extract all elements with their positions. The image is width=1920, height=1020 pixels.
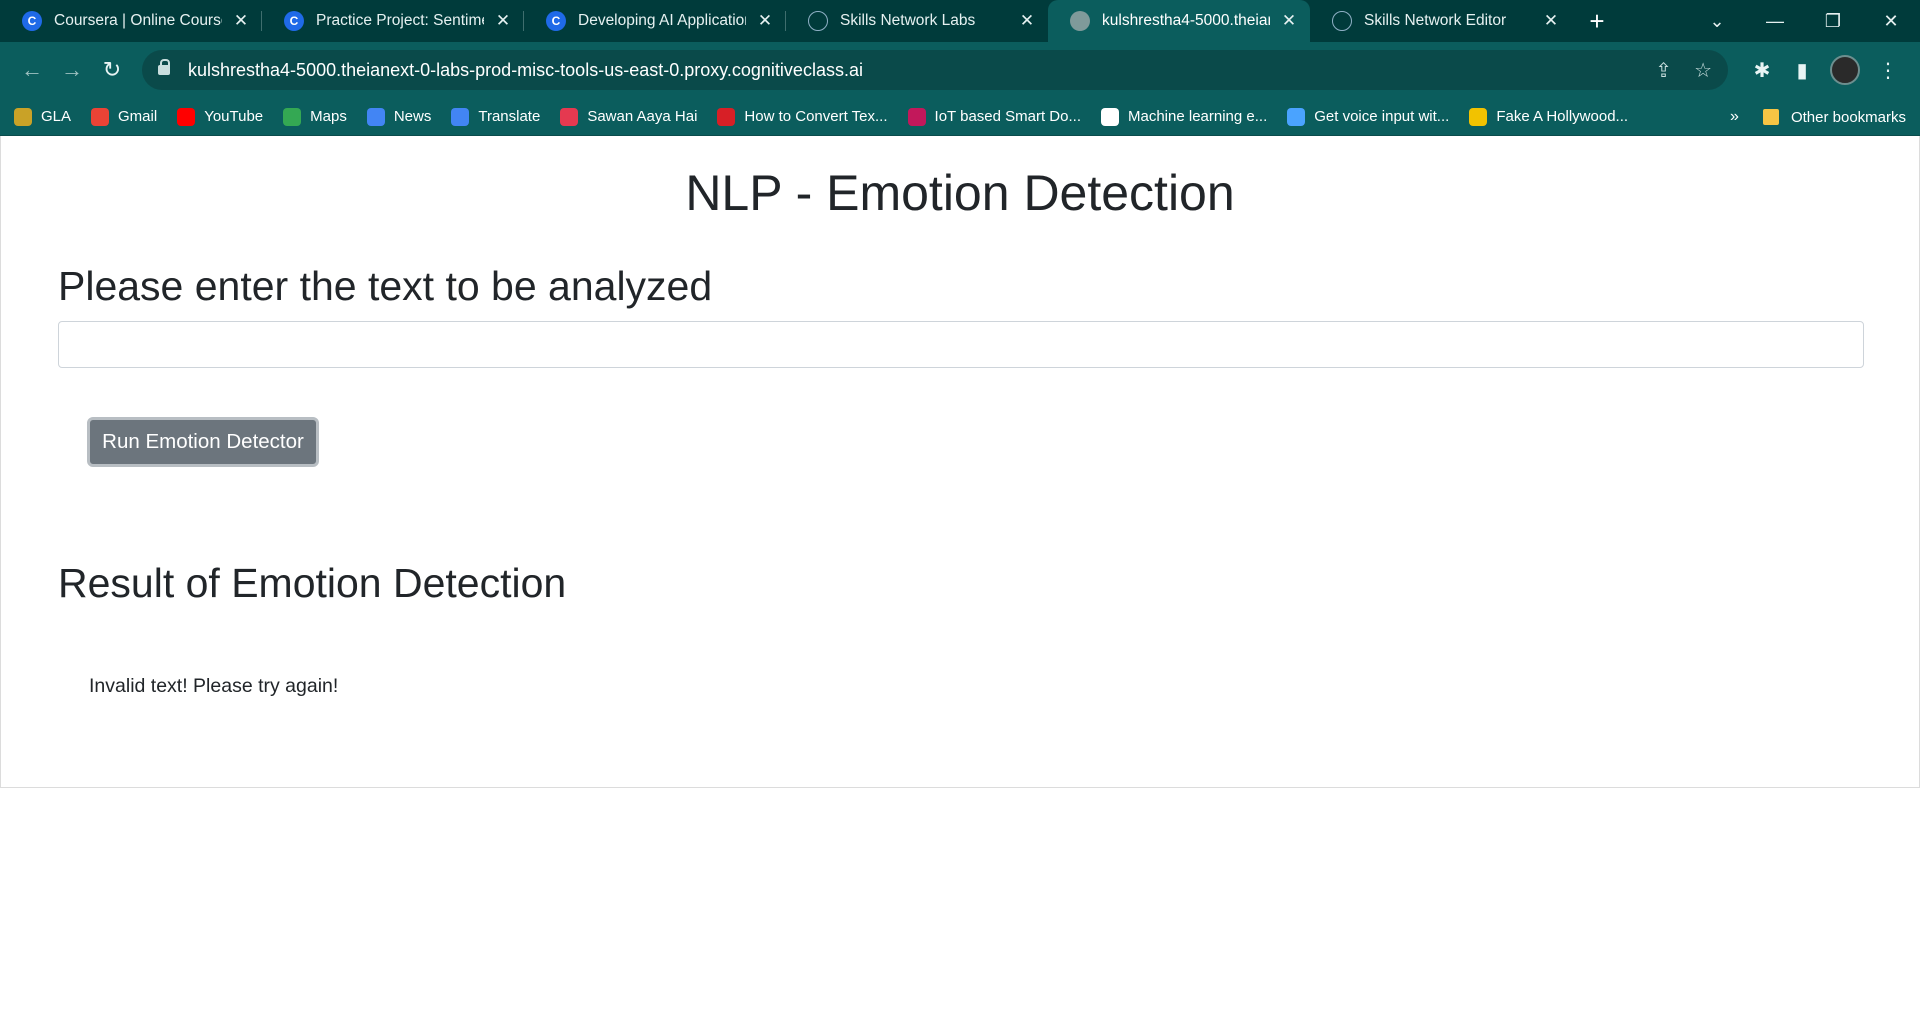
forward-button[interactable]: → bbox=[52, 57, 92, 83]
fake-icon bbox=[1469, 107, 1488, 126]
bookmark-label: YouTube bbox=[204, 108, 264, 125]
back-button[interactable]: ← bbox=[12, 57, 52, 83]
bookmark-item[interactable]: How to Convert Tex... bbox=[717, 107, 888, 126]
news-icon bbox=[366, 107, 385, 126]
browser-tab[interactable]: C Practice Project: Sentiment ✕ bbox=[262, 0, 524, 42]
globe-icon bbox=[1070, 11, 1090, 31]
bookmark-item[interactable]: Maps bbox=[283, 107, 347, 126]
browser-tab-active[interactable]: kulshrestha4-5000.theianex ✕ bbox=[1048, 0, 1310, 42]
bookmark-item[interactable]: Fake A Hollywood... bbox=[1469, 107, 1629, 126]
extensions-icon[interactable]: ✱ bbox=[1742, 58, 1782, 83]
tab-title: Practice Project: Sentiment bbox=[316, 12, 484, 29]
text-to-analyze-input[interactable] bbox=[58, 321, 1864, 368]
music-icon bbox=[560, 107, 579, 126]
bookmark-label: News bbox=[393, 108, 432, 125]
skills-network-icon bbox=[808, 11, 828, 31]
globe-icon bbox=[1101, 107, 1119, 126]
menu-icon[interactable]: ⋮ bbox=[1868, 58, 1908, 83]
side-panel-icon[interactable]: ▮ bbox=[1782, 58, 1822, 83]
minimize-button[interactable]: — bbox=[1746, 11, 1804, 32]
tab-strip: C Coursera | Online Courses & ✕ C Practi… bbox=[0, 0, 1920, 42]
bookmark-label: Sawan Aaya Hai bbox=[587, 108, 698, 125]
maps-icon bbox=[283, 107, 302, 126]
braces-icon bbox=[1287, 107, 1306, 126]
close-icon[interactable]: ✕ bbox=[754, 11, 776, 31]
coursera-icon: C bbox=[546, 11, 566, 31]
run-emotion-detector-button[interactable]: Run Emotion Detector bbox=[87, 417, 319, 467]
star-icon[interactable]: ☆ bbox=[1694, 58, 1712, 83]
tab-search-icon[interactable]: ⌄ bbox=[1688, 11, 1746, 32]
bookmark-label: Fake A Hollywood... bbox=[1496, 108, 1629, 125]
input-heading: Please enter the text to be analyzed bbox=[58, 263, 713, 309]
bookmarks-overflow: » Other bookmarks bbox=[1730, 98, 1906, 136]
window-controls: ⌄ — ❐ ✕ bbox=[1688, 0, 1920, 42]
bookmark-label: Maps bbox=[310, 108, 347, 125]
bookmark-label: How to Convert Tex... bbox=[744, 108, 888, 125]
bookmark-label: Machine learning e... bbox=[1128, 108, 1268, 125]
reload-button[interactable]: ↻ bbox=[92, 57, 132, 83]
bookmark-item[interactable]: GLA bbox=[14, 107, 72, 126]
result-text: Invalid text! Please try again! bbox=[89, 675, 339, 697]
page-content: NLP - Emotion Detection Please enter the… bbox=[0, 136, 1920, 788]
restore-button[interactable]: ❐ bbox=[1804, 11, 1862, 32]
bookmark-label: GLA bbox=[41, 108, 72, 125]
coursera-icon: C bbox=[22, 11, 42, 31]
address-bar[interactable]: kulshrestha4-5000.theianext-0-labs-prod-… bbox=[142, 50, 1728, 90]
browser-tab[interactable]: C Developing AI Applications ✕ bbox=[524, 0, 786, 42]
bookmark-item[interactable]: Machine learning e... bbox=[1101, 107, 1268, 126]
bookmark-item[interactable]: Translate bbox=[451, 107, 541, 126]
coursera-icon: C bbox=[284, 11, 304, 31]
bookmark-label: Gmail bbox=[118, 108, 158, 125]
close-icon[interactable]: ✕ bbox=[1016, 11, 1038, 31]
bookmark-item[interactable]: Gmail bbox=[91, 107, 158, 126]
gla-icon bbox=[14, 107, 32, 126]
bookmark-item[interactable]: News bbox=[366, 107, 432, 126]
tab-title: Skills Network Editor bbox=[1364, 12, 1507, 29]
url-text[interactable]: kulshrestha4-5000.theianext-0-labs-prod-… bbox=[188, 60, 1633, 81]
other-bookmarks-label[interactable]: Other bookmarks bbox=[1791, 109, 1906, 126]
skills-network-icon bbox=[1332, 11, 1352, 31]
new-tab-button[interactable]: + bbox=[1572, 0, 1622, 42]
browser-tab[interactable]: Skills Network Editor ✕ bbox=[1310, 0, 1572, 42]
browser-toolbar: ← → ↻ kulshrestha4-5000.theianext-0-labs… bbox=[0, 42, 1920, 98]
bookmark-label: IoT based Smart Do... bbox=[934, 108, 1081, 125]
tab-title: Skills Network Labs bbox=[840, 12, 976, 29]
bookmark-label: Translate bbox=[478, 108, 541, 125]
tab-title: Developing AI Applications bbox=[578, 12, 746, 29]
close-icon[interactable]: ✕ bbox=[1278, 11, 1300, 31]
tab-title: kulshrestha4-5000.theianex bbox=[1102, 12, 1270, 29]
bookmark-item[interactable]: Sawan Aaya Hai bbox=[560, 107, 698, 126]
bookmarks-bar: GLA Gmail YouTube Maps News Translate Sawan Aa… bbox=[0, 98, 1920, 136]
bookmark-item[interactable]: YouTube bbox=[177, 107, 264, 126]
folder-icon bbox=[1762, 109, 1779, 125]
chevron-right-icon[interactable]: » bbox=[1730, 108, 1739, 126]
browser-tab[interactable]: C Coursera | Online Courses & ✕ bbox=[0, 0, 262, 42]
bookmark-label: Get voice input wit... bbox=[1314, 108, 1450, 125]
close-icon[interactable]: ✕ bbox=[492, 11, 514, 31]
gmail-icon bbox=[91, 107, 110, 126]
v-icon bbox=[717, 107, 736, 126]
avatar[interactable] bbox=[1830, 55, 1860, 85]
share-icon[interactable]: ⇪ bbox=[1655, 58, 1672, 83]
close-icon[interactable]: ✕ bbox=[1540, 11, 1562, 31]
translate-icon bbox=[451, 107, 470, 126]
youtube-icon bbox=[177, 107, 196, 126]
result-heading: Result of Emotion Detection bbox=[58, 560, 567, 606]
bookmark-item[interactable]: IoT based Smart Do... bbox=[907, 107, 1081, 126]
tab-title: Coursera | Online Courses & bbox=[54, 12, 222, 29]
close-window-button[interactable]: ✕ bbox=[1862, 11, 1920, 32]
browser-tab[interactable]: Skills Network Labs ✕ bbox=[786, 0, 1048, 42]
close-icon[interactable]: ✕ bbox=[230, 11, 252, 31]
iot-icon bbox=[907, 107, 926, 126]
page-title: NLP - Emotion Detection bbox=[685, 165, 1235, 221]
bookmark-item[interactable]: Get voice input wit... bbox=[1287, 107, 1450, 126]
lock-icon[interactable] bbox=[158, 59, 170, 75]
